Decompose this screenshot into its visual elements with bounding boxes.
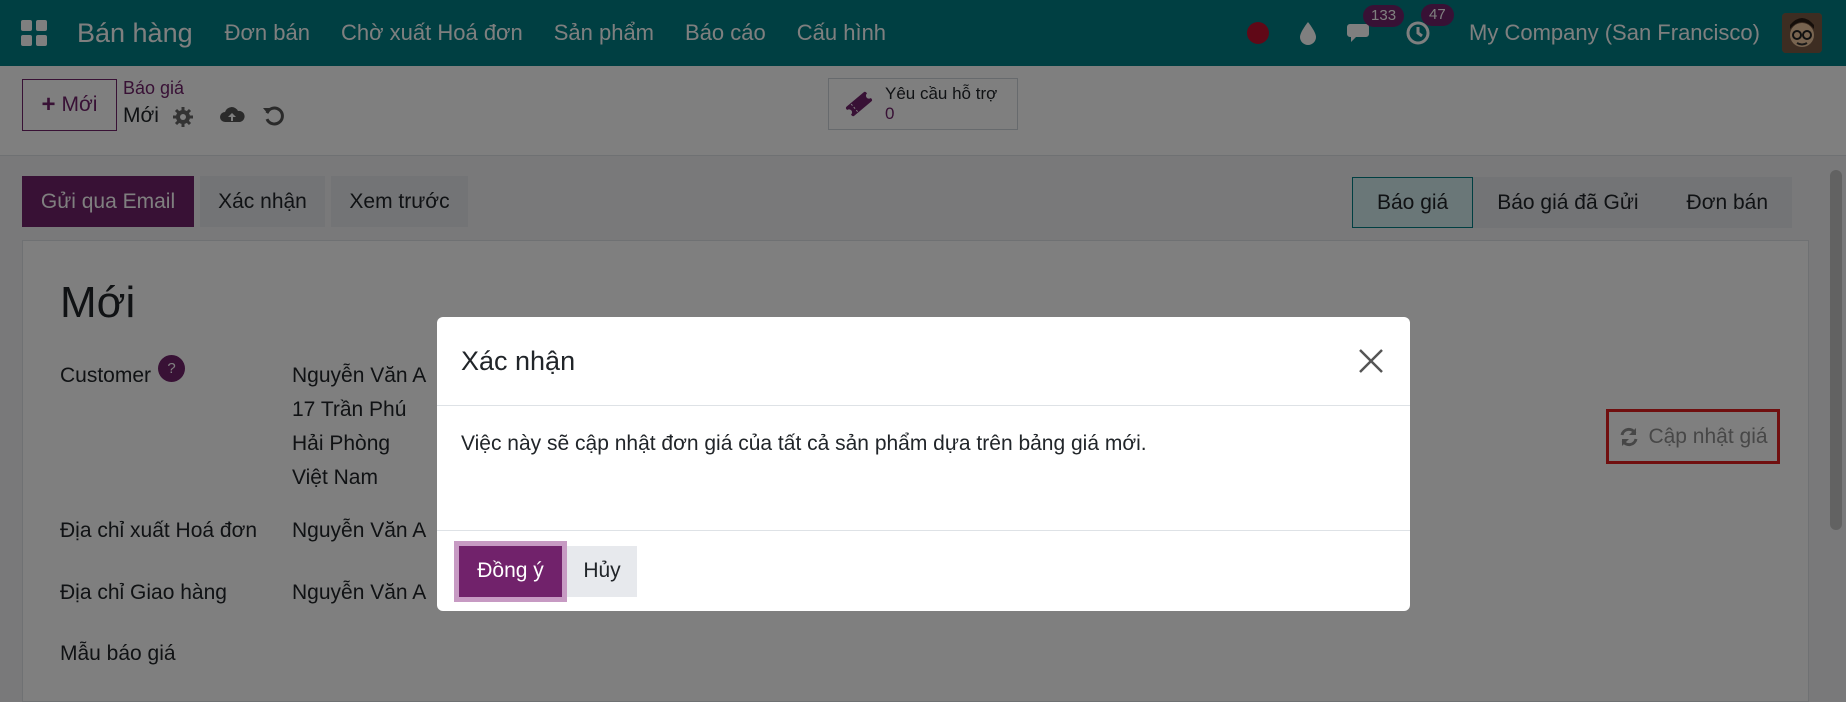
close-icon[interactable] <box>1356 346 1386 376</box>
dialog-header: Xác nhận <box>437 317 1410 406</box>
dialog-title: Xác nhận <box>461 345 576 376</box>
dialog-message: Việc này sẽ cập nhật đơn giá của tất cả … <box>437 406 1410 531</box>
confirm-dialog: Xác nhận Việc này sẽ cập nhật đơn giá củ… <box>437 317 1410 611</box>
ok-button[interactable]: Đồng ý <box>459 545 562 597</box>
cancel-button[interactable]: Hủy <box>567 545 637 597</box>
dialog-footer: Đồng ý Hủy <box>437 531 1410 611</box>
